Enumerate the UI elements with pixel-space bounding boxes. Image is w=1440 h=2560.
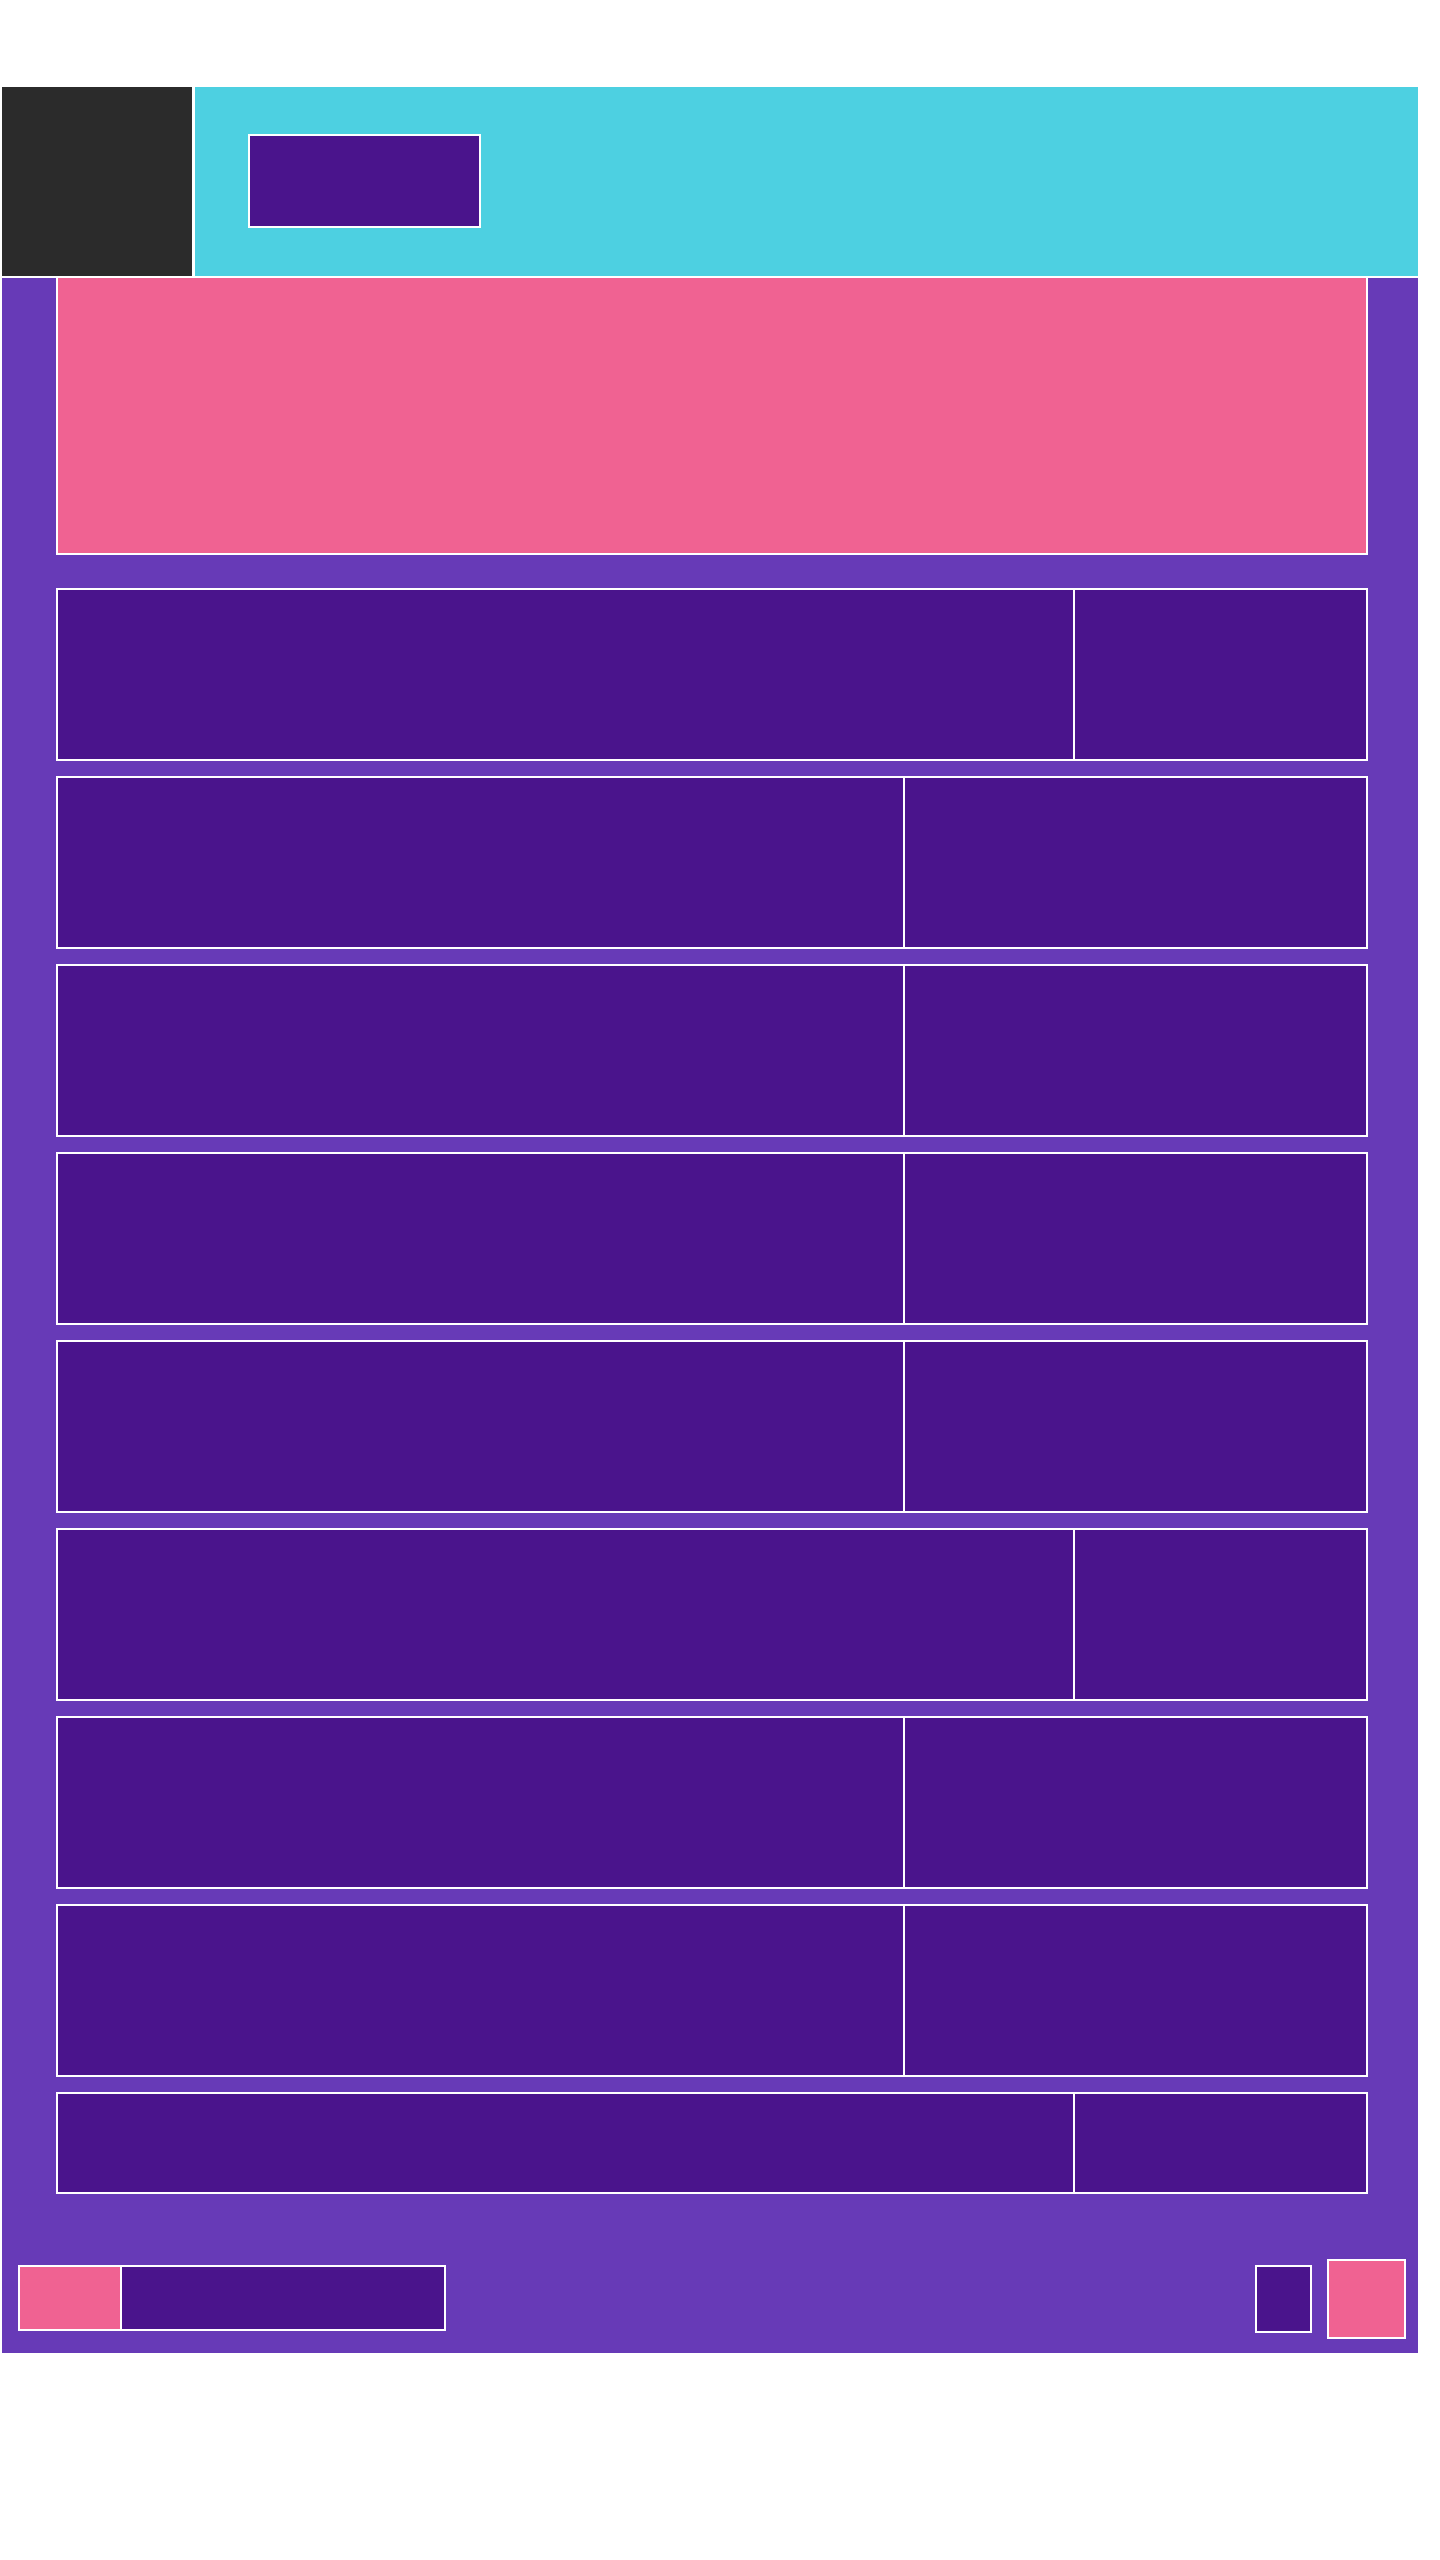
list-row-3[interactable] bbox=[56, 964, 1368, 1137]
row-value-cell[interactable] bbox=[905, 1718, 1366, 1887]
footer-small-button[interactable] bbox=[1255, 2265, 1312, 2333]
row-label-cell bbox=[58, 1906, 905, 2075]
row-value-cell[interactable] bbox=[1075, 590, 1366, 759]
row-value-cell[interactable] bbox=[905, 1342, 1366, 1511]
list-row-1[interactable] bbox=[56, 588, 1368, 761]
app-header bbox=[2, 87, 1418, 278]
row-value-cell[interactable] bbox=[905, 1154, 1366, 1323]
row-label-cell bbox=[58, 1342, 905, 1511]
bottom-bar bbox=[2, 2259, 1418, 2353]
row-label-cell bbox=[58, 1718, 905, 1887]
row-label-cell bbox=[58, 966, 905, 1135]
row-label-cell bbox=[58, 2094, 1075, 2192]
menu-panel[interactable] bbox=[2, 87, 195, 276]
list-row-5[interactable] bbox=[56, 1340, 1368, 1513]
hero-banner bbox=[56, 278, 1368, 555]
row-value-cell[interactable] bbox=[905, 966, 1366, 1135]
app-window bbox=[0, 85, 1420, 2355]
row-value-cell[interactable] bbox=[1075, 1530, 1366, 1699]
list-row-4[interactable] bbox=[56, 1152, 1368, 1325]
row-value-cell[interactable] bbox=[905, 1906, 1366, 2075]
row-label-cell bbox=[58, 1530, 1075, 1699]
row-label-cell bbox=[58, 778, 905, 947]
row-label-cell bbox=[58, 1154, 905, 1323]
list-row-8[interactable] bbox=[56, 1904, 1368, 2077]
footer-chip[interactable] bbox=[18, 2265, 122, 2331]
footer-nav-field[interactable] bbox=[120, 2265, 446, 2331]
list-row-7[interactable] bbox=[56, 1716, 1368, 1889]
row-value-cell[interactable] bbox=[905, 778, 1366, 947]
list-row-9[interactable] bbox=[56, 2092, 1368, 2194]
list-row-2[interactable] bbox=[56, 776, 1368, 949]
row-value-cell[interactable] bbox=[1075, 2094, 1366, 2192]
header-title-box[interactable] bbox=[248, 134, 481, 228]
list-row-6[interactable] bbox=[56, 1528, 1368, 1701]
row-label-cell bbox=[58, 590, 1075, 759]
floating-action-button[interactable] bbox=[1327, 2259, 1406, 2339]
